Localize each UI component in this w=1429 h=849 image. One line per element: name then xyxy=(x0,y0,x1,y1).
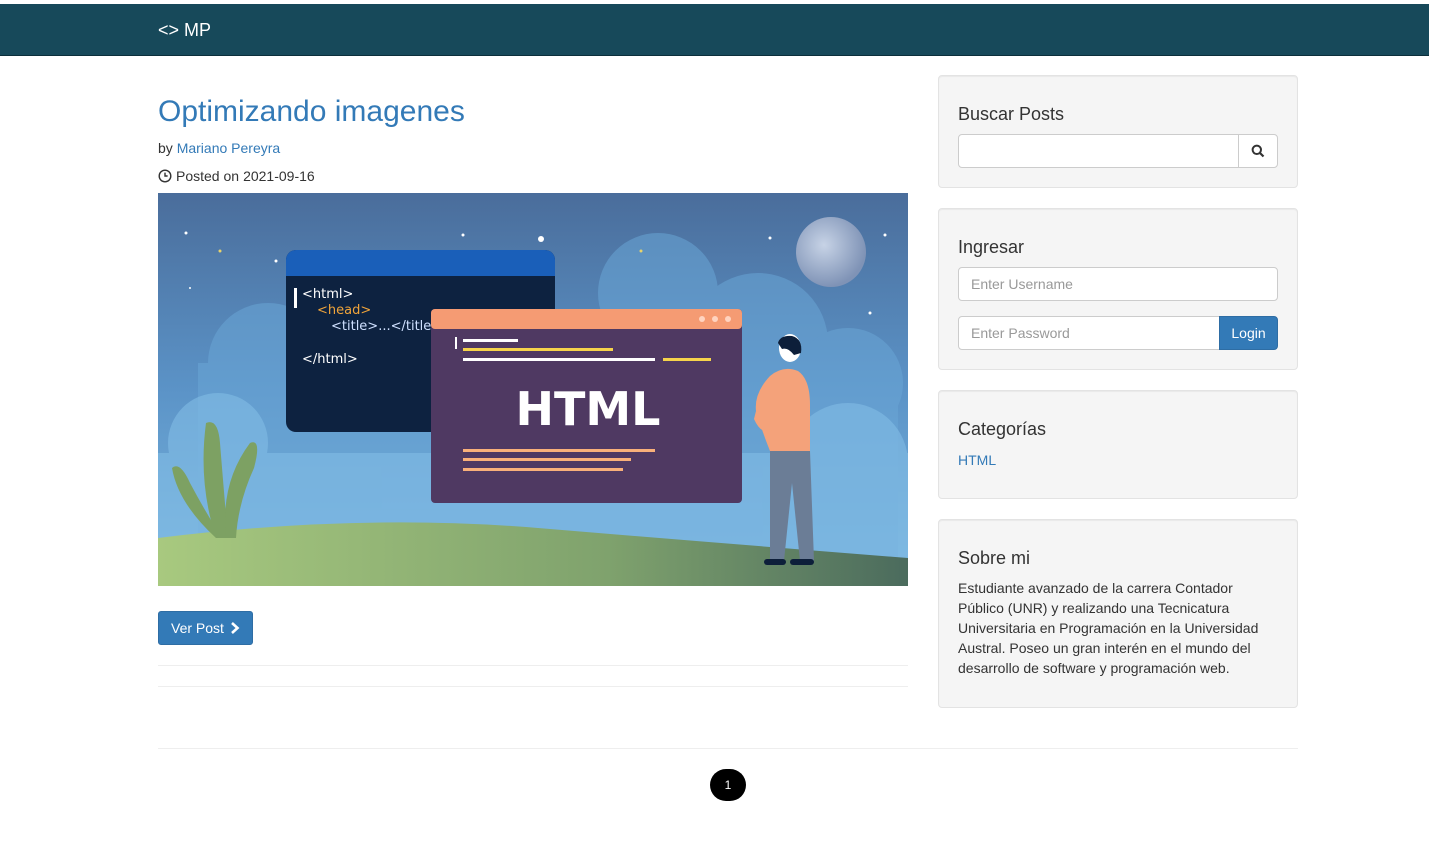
main-content: Optimizando imagenes by Mariano Pereyra … xyxy=(158,75,908,687)
code-line-2: <head> xyxy=(317,303,371,318)
search-input[interactable] xyxy=(958,134,1240,168)
code-line-4: </html> xyxy=(302,352,358,367)
ver-post-button[interactable]: Ver Post xyxy=(158,611,253,645)
posted-prefix: Posted on xyxy=(176,168,240,184)
login-button[interactable]: Login xyxy=(1219,316,1278,350)
posted-date: 2021-09-16 xyxy=(243,168,315,184)
category-link-html[interactable]: HTML xyxy=(958,452,996,468)
search-title: Buscar Posts xyxy=(958,104,1065,124)
post-byline: by Mariano Pereyra xyxy=(158,140,908,156)
about-text: Estudiante avanzado de la carrera Contad… xyxy=(958,580,1259,676)
password-field[interactable] xyxy=(958,316,1220,350)
post-date: Posted on 2021-09-16 xyxy=(158,168,908,184)
search-button[interactable] xyxy=(1238,134,1278,168)
login-title: Ingresar xyxy=(958,237,1025,257)
divider xyxy=(158,665,908,666)
post-image: <html> <head> <title>...</title> </html>… xyxy=(158,193,908,586)
about-widget: Sobre mi Estudiante avanzado de la carre… xyxy=(938,519,1298,708)
chevron-right-icon xyxy=(230,622,240,634)
code-line-3: <title>...</title> xyxy=(331,319,442,334)
pagination-page-1[interactable]: 1 xyxy=(710,769,746,801)
navbar: <> MP xyxy=(0,4,1429,56)
username-field[interactable] xyxy=(958,267,1278,301)
categories-title: Categorías xyxy=(958,419,1047,439)
post-title[interactable]: Optimizando imagenes xyxy=(158,93,908,130)
divider xyxy=(158,686,908,687)
footer-divider xyxy=(158,748,1298,749)
about-title: Sobre mi xyxy=(958,548,1031,568)
search-widget: Buscar Posts xyxy=(938,75,1298,188)
window-label: HTML xyxy=(516,382,661,436)
categories-widget: Categorías HTML xyxy=(938,390,1298,499)
code-line-1: <html> xyxy=(302,287,353,302)
byline-prefix: by xyxy=(158,140,173,156)
clock-icon xyxy=(158,169,172,183)
login-widget: Ingresar Login xyxy=(938,208,1298,370)
brand-link[interactable]: <> MP xyxy=(158,20,211,41)
search-icon xyxy=(1251,144,1265,158)
ver-post-label: Ver Post xyxy=(171,620,224,636)
author-link[interactable]: Mariano Pereyra xyxy=(177,140,281,156)
